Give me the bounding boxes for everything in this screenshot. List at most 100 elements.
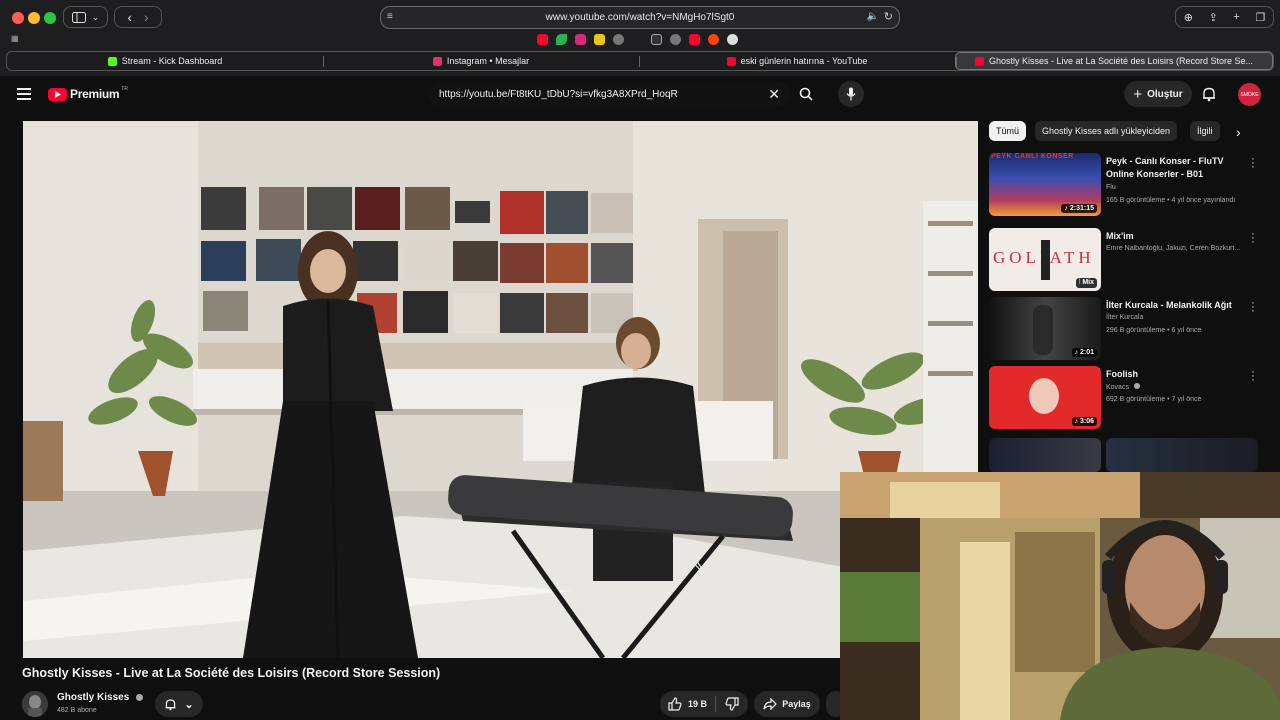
list-item-partial[interactable] (1106, 438, 1258, 472)
like-dislike-group: 19 B (660, 691, 748, 717)
more-vert-icon[interactable]: · · · (1251, 229, 1255, 248)
bell-icon (1203, 87, 1215, 102)
video-player[interactable] (23, 121, 978, 658)
chip-from-uploader[interactable]: Ghostly Kisses adlı yükleyiciden (1035, 121, 1178, 141)
grid-icon[interactable]: ▦ (11, 34, 19, 43)
tab-instagram[interactable]: Instagram • Mesajlar (323, 52, 639, 70)
mix-badge: ⫶ Mix (1075, 278, 1097, 288)
close-window-button[interactable] (12, 12, 24, 24)
right-toolbar: ⊕ ⇪ + ❐ (1175, 6, 1274, 28)
recommendation-channel: Emre Nalbantoğlu, Jakuzi, Ceren Bozkurt.… (1106, 245, 1241, 252)
avatar-text: SMOKE (1240, 91, 1259, 98)
leaf-favorite-icon[interactable] (556, 34, 567, 45)
reddit-favorite-icon[interactable] (708, 34, 719, 45)
dislike-button[interactable] (716, 697, 739, 711)
thumbs-down-icon (725, 697, 739, 711)
maximize-window-button[interactable] (44, 12, 56, 24)
video-thumbnail: PEYK CANLI KONSER ♪ 2:31:15 (989, 153, 1101, 216)
recommendation-meta: 165 B görüntüleme • 4 yıl önce yayınland… (1106, 197, 1236, 204)
list-item[interactable]: ♪ 2:01 İlter Kurcala - Melankolik Ağıt İ… (989, 297, 1269, 361)
chip-related[interactable]: İlgili (1190, 121, 1220, 141)
tab-bar: Stream - Kick Dashboard Instagram • Mesa… (6, 51, 1274, 71)
share-icon[interactable]: ⇪ (1209, 11, 1218, 24)
video-thumbnail: GOLIATH ⫶ Mix (989, 228, 1101, 291)
sidebar-toggle-button[interactable]: ⌄ (63, 6, 108, 28)
list-item-partial[interactable] (989, 438, 1101, 472)
channel-avatar[interactable] (22, 691, 48, 717)
forward-icon[interactable]: › (144, 9, 149, 25)
more-vert-icon[interactable]: · · · (1251, 298, 1255, 317)
tab-youtube-active[interactable]: Ghostly Kisses - Live at La Société des … (955, 52, 1273, 70)
browser-chrome: ⌄ ‹ › ▦ ≡ www.youtube.com/watch?v=NMgHo7… (0, 0, 1280, 76)
channel-name-text: Ghostly Kisses (57, 692, 130, 703)
webcam-overlay (840, 472, 1280, 720)
create-label: Oluştur (1147, 88, 1183, 100)
share-button[interactable]: Paylaş (754, 691, 820, 717)
globe-favorite-icon[interactable] (613, 34, 624, 45)
kick-icon (107, 56, 117, 66)
clear-search-icon[interactable]: ✕ (768, 86, 780, 103)
figure (1029, 378, 1059, 414)
chevron-down-icon: ⌄ (184, 698, 194, 711)
verified-icon (136, 693, 144, 701)
speaker-icon[interactable]: 🔈 (867, 11, 879, 22)
back-icon[interactable]: ‹ (127, 9, 132, 25)
recommendation-title: Foolish (1106, 369, 1138, 379)
recommendation-channel: Flu (1106, 184, 1116, 191)
minimize-window-button[interactable] (28, 12, 40, 24)
list-item[interactable]: GOLIATH ⫶ Mix Mix'im Emre Nalbantoğlu, J… (989, 228, 1269, 292)
recommendation-title: Mix'im (1106, 231, 1134, 241)
youtube-play-icon (48, 87, 67, 101)
more-vert-icon[interactable]: · · · (1251, 154, 1255, 173)
tab-overview-icon[interactable]: ❐ (1255, 11, 1265, 24)
account-avatar[interactable]: SMOKE (1238, 83, 1261, 106)
duration-badge: ♪ 2:01 (1071, 348, 1097, 357)
globe-favorite-icon-2[interactable] (670, 34, 681, 45)
youtube-logo[interactable]: Premium TR (48, 86, 128, 101)
chevron-down-icon: ⌄ (91, 11, 100, 22)
create-button[interactable]: + Oluştur (1124, 81, 1192, 107)
search-button[interactable] (792, 81, 820, 107)
search-input[interactable]: https://youtu.be/Ft8tKU_tDbU?si=vfkg3A8X… (428, 81, 790, 107)
youtube-favorite-icon[interactable] (537, 34, 548, 45)
search-icon (799, 87, 813, 101)
tab-youtube-old[interactable]: eski günlerin hatırına - YouTube (639, 52, 955, 70)
recommendation-title: İlter Kurcala - Melankolik Ağıt (1106, 300, 1232, 310)
channel-name[interactable]: Ghostly Kisses (57, 692, 144, 703)
reload-icon[interactable]: ↻ (884, 10, 893, 23)
like-count: 19 B (688, 699, 708, 709)
address-bar[interactable]: ≡ www.youtube.com/watch?v=NMgHo7lSgt0 🔈 … (380, 6, 900, 29)
video-thumbnail: ♪ 2:01 (989, 297, 1101, 360)
blank-favorite-icon[interactable] (632, 34, 643, 45)
recommendation-meta: 296 B görüntüleme • 6 yıl önce (1106, 327, 1202, 334)
new-tab-icon[interactable]: + (1233, 11, 1239, 23)
duration-text: 2:01 (1079, 349, 1094, 356)
tab-kick[interactable]: Stream - Kick Dashboard (7, 52, 323, 70)
download-icon[interactable]: ⊕ (1184, 11, 1193, 24)
share-label: Paylaş (782, 699, 811, 709)
chip-all[interactable]: Tümü (989, 121, 1027, 141)
instagram-favorite-icon[interactable] (575, 34, 586, 45)
voice-search-button[interactable] (838, 81, 864, 107)
video-frame (23, 121, 978, 658)
list-item[interactable]: PEYK CANLI KONSER ♪ 2:31:15 Peyk - Canlı… (989, 153, 1269, 217)
page-settings-icon[interactable]: ≡ (387, 11, 393, 22)
gear-favorite-icon[interactable] (727, 34, 738, 45)
like-button[interactable]: 19 B (660, 697, 707, 711)
more-vert-icon[interactable]: · · · (1251, 367, 1255, 386)
chevron-right-icon[interactable]: › (1236, 124, 1241, 140)
recommendation-channel: Kovacs (1106, 383, 1140, 391)
list-item[interactable]: ♪ 3:06 Foolish Kovacs 692 B görüntüleme … (989, 366, 1269, 430)
channel-text: Kovacs (1106, 384, 1129, 391)
logo-region: TR (121, 86, 128, 92)
menu-icon[interactable] (17, 88, 31, 100)
video-title: Ghostly Kisses - Live at La Société des … (22, 666, 441, 680)
webcam-frame (840, 472, 1280, 720)
f-favorite-icon[interactable] (651, 34, 662, 45)
youtube-favorite-icon-2[interactable] (689, 34, 700, 45)
subscription-bell-button[interactable]: ⌄ (155, 691, 203, 717)
note-favorite-icon[interactable] (594, 34, 605, 45)
microphone-icon (846, 87, 856, 101)
notifications-button[interactable] (1201, 86, 1217, 107)
plus-icon: + (1133, 85, 1143, 103)
